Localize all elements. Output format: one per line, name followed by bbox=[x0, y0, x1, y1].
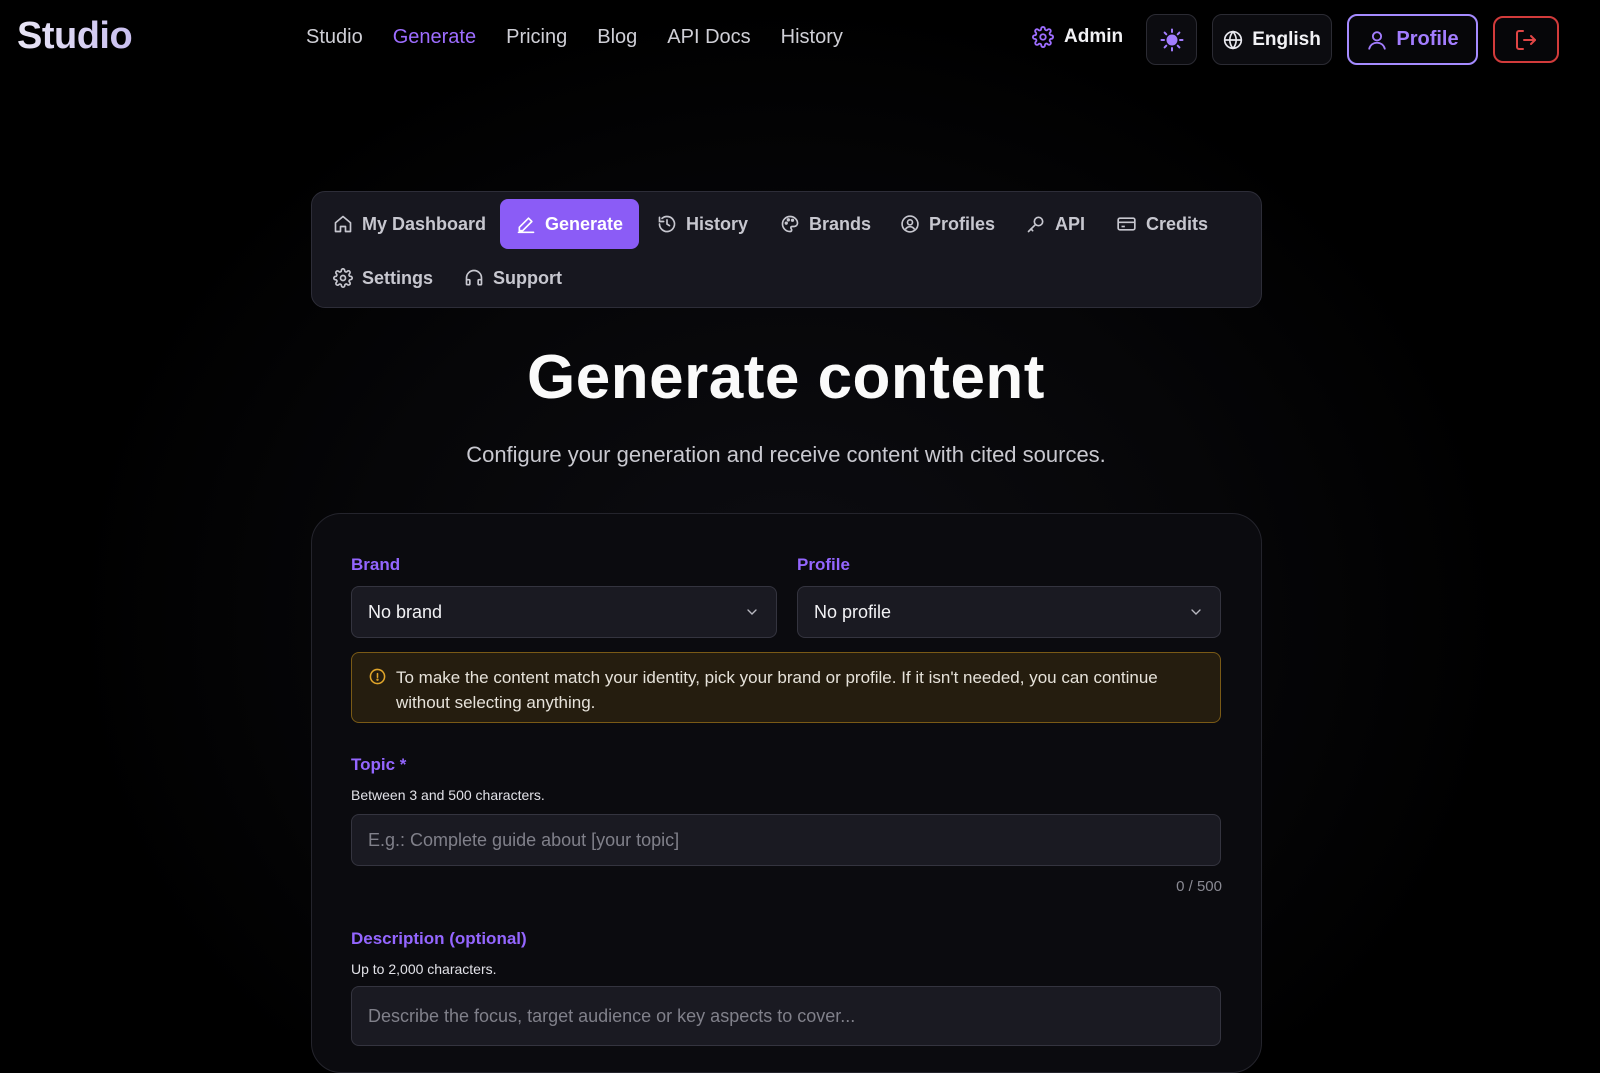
tab-label: History bbox=[686, 213, 749, 234]
key-icon bbox=[1027, 216, 1044, 233]
home-icon bbox=[334, 215, 352, 233]
history-icon bbox=[658, 215, 676, 233]
profile-button[interactable]: Profile bbox=[1347, 14, 1478, 65]
tab-brands[interactable]: Brands bbox=[780, 199, 871, 249]
top-navbar: Studio Studio Generate Pricing Blog API … bbox=[0, 0, 1600, 78]
description-hint: Up to 2,000 characters. bbox=[351, 961, 497, 977]
nav-link-pricing[interactable]: Pricing bbox=[506, 26, 567, 49]
profile-select[interactable]: No profile bbox=[797, 586, 1221, 638]
page-title: Generate content bbox=[527, 343, 1045, 412]
tab-history[interactable]: History bbox=[657, 199, 748, 249]
nav-link-history[interactable]: History bbox=[781, 26, 843, 49]
brand-select[interactable]: No brand bbox=[351, 586, 777, 638]
main-nav: Studio Generate Pricing Blog API Docs Hi… bbox=[306, 26, 843, 49]
description-label: Description (optional) bbox=[351, 929, 527, 948]
topic-hint: Between 3 and 500 characters. bbox=[351, 787, 545, 803]
tab-label: Profiles bbox=[929, 213, 996, 234]
user-icon bbox=[1368, 30, 1387, 50]
tab-label: Settings bbox=[362, 267, 434, 288]
topic-char-counter: 0 / 500 bbox=[1176, 878, 1222, 895]
tab-label: Credits bbox=[1146, 213, 1209, 234]
nav-link-studio[interactable]: Studio bbox=[306, 26, 363, 49]
dashboard-subnav: My Dashboard Generate History Brands Pro… bbox=[311, 191, 1262, 308]
logout-icon bbox=[1516, 29, 1536, 50]
tab-label: API bbox=[1055, 213, 1086, 234]
tab-my-dashboard[interactable]: My Dashboard bbox=[333, 199, 486, 249]
sun-icon bbox=[1160, 28, 1183, 51]
profile-select-label: Profile bbox=[797, 555, 850, 574]
globe-icon bbox=[1224, 29, 1243, 50]
profile-select-value: No profile bbox=[814, 601, 892, 622]
page-subtitle: Configure your generation and receive co… bbox=[466, 442, 1106, 467]
topic-label: Topic * bbox=[351, 755, 407, 774]
theme-toggle-button[interactable] bbox=[1146, 14, 1197, 65]
card-icon bbox=[1117, 217, 1136, 231]
profile-circle-icon bbox=[901, 215, 919, 233]
brand-label: Brand bbox=[351, 555, 401, 574]
tab-label: Generate bbox=[545, 213, 624, 234]
brand-select-value: No brand bbox=[368, 601, 443, 622]
nav-link-api-docs[interactable]: API Docs bbox=[667, 26, 750, 49]
tab-settings[interactable]: Settings bbox=[333, 253, 433, 303]
nav-link-generate[interactable]: Generate bbox=[393, 26, 476, 49]
headset-icon bbox=[465, 269, 483, 286]
brand-logo[interactable]: Studio bbox=[17, 15, 133, 58]
gear-icon bbox=[333, 268, 353, 288]
tab-credits[interactable]: Credits bbox=[1116, 199, 1208, 249]
chevron-down-icon bbox=[747, 609, 757, 615]
logout-button[interactable] bbox=[1493, 16, 1559, 63]
nav-link-blog[interactable]: Blog bbox=[597, 26, 637, 49]
tab-label: Brands bbox=[809, 213, 872, 234]
palette-icon bbox=[781, 215, 799, 233]
language-selector[interactable]: English bbox=[1212, 14, 1332, 65]
admin-link[interactable]: Admin bbox=[1032, 26, 1123, 48]
identity-notice: To make the content match your identity,… bbox=[351, 652, 1221, 723]
profile-label: Profile bbox=[1396, 28, 1459, 50]
tab-generate[interactable]: Generate bbox=[500, 199, 640, 249]
language-label: English bbox=[1252, 28, 1321, 50]
info-icon bbox=[369, 668, 386, 685]
tab-profiles[interactable]: Profiles bbox=[900, 199, 995, 249]
pencil-icon bbox=[517, 217, 535, 234]
gear-icon bbox=[1032, 26, 1054, 48]
topic-input[interactable] bbox=[351, 814, 1221, 866]
admin-label: Admin bbox=[1064, 26, 1124, 47]
chevron-down-icon bbox=[1191, 609, 1201, 615]
tab-label: My Dashboard bbox=[362, 213, 487, 234]
tab-label: Support bbox=[493, 267, 562, 288]
notice-text: To make the content match your identity,… bbox=[396, 668, 1158, 712]
tab-api[interactable]: API bbox=[1026, 199, 1085, 249]
description-textarea[interactable] bbox=[351, 986, 1221, 1046]
tab-support[interactable]: Support bbox=[464, 253, 562, 303]
